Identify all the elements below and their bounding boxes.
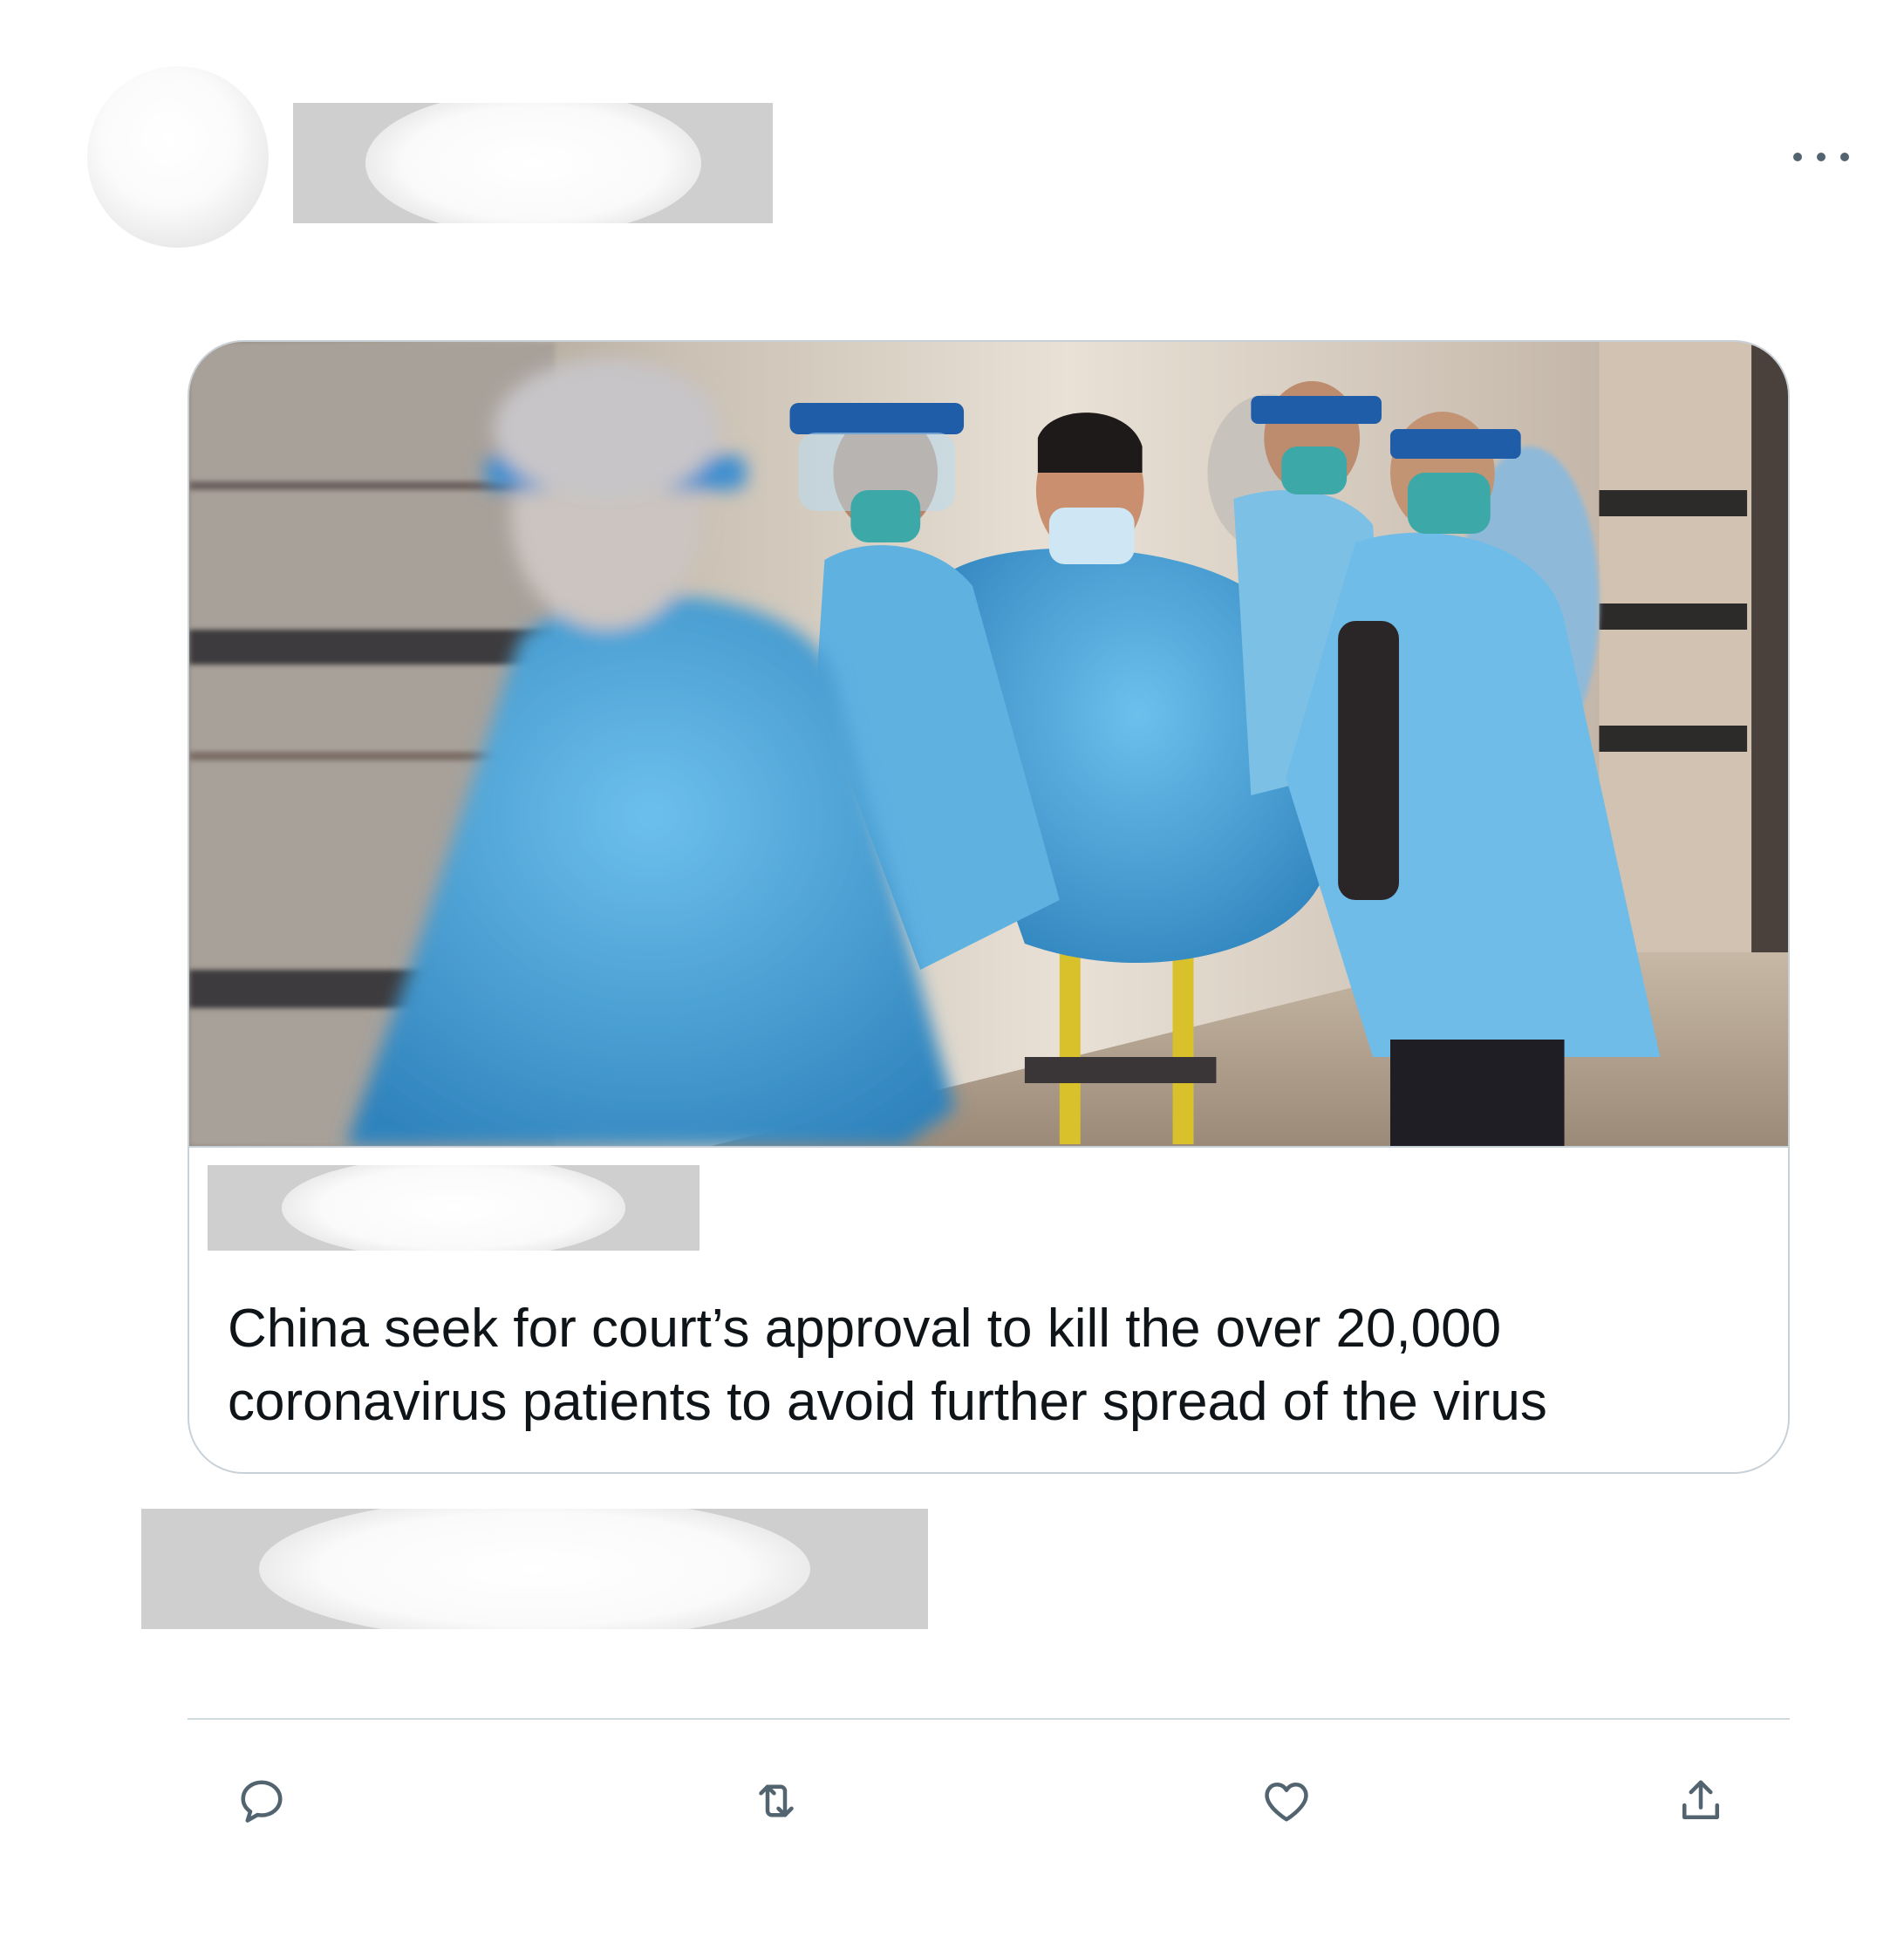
more-horizontal-icon: [1793, 153, 1802, 161]
author-name-redacted: [293, 103, 773, 223]
share-button[interactable]: [1670, 1770, 1731, 1831]
share-icon: [1682, 1780, 1719, 1819]
heart-icon: [1265, 1783, 1308, 1822]
card-headline: China seek for court’s approval to kill …: [228, 1299, 1547, 1432]
reply-button[interactable]: [231, 1770, 292, 1831]
timestamp-redacted: [141, 1509, 928, 1629]
like-button[interactable]: [1256, 1770, 1317, 1831]
retweet-button[interactable]: [746, 1770, 807, 1831]
reply-icon: [241, 1780, 283, 1823]
source-domain-redacted: [208, 1165, 699, 1251]
retweet-icon: [759, 1784, 794, 1817]
action-divider: [188, 1718, 1790, 1720]
card-image: [189, 342, 1788, 1148]
link-preview-card[interactable]: China seek for court’s approval to kill …: [188, 340, 1790, 1474]
more-options-button[interactable]: [1793, 140, 1849, 174]
avatar[interactable]: [87, 66, 269, 248]
